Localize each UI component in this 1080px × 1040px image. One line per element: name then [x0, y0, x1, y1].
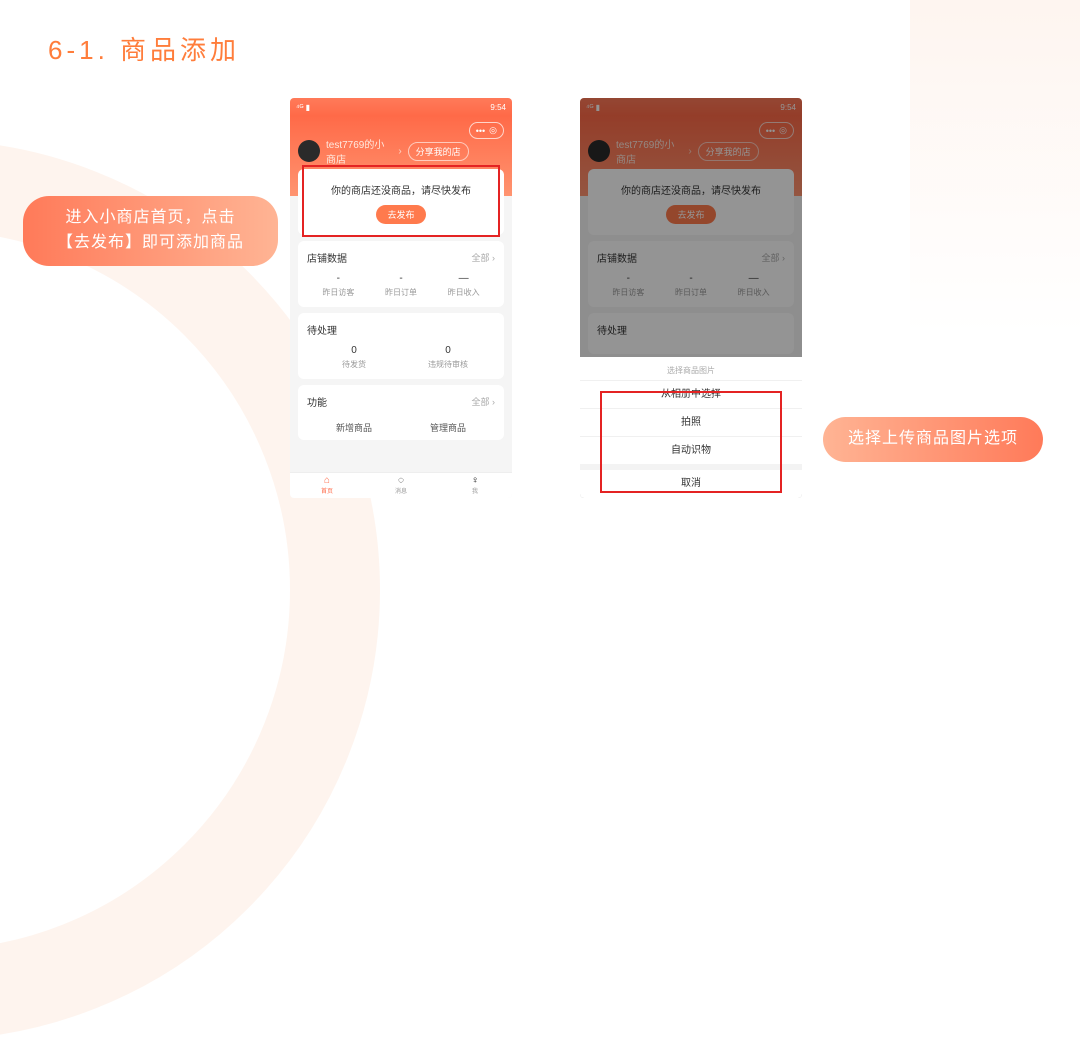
message-icon: ◌	[364, 476, 438, 486]
annotation-right: 选择上传商品图片选项	[823, 417, 1043, 462]
store-data-all-link: 全部 ›	[762, 251, 786, 264]
signal-icon: ⁴ᴳ ▮	[586, 103, 600, 112]
function-all-link[interactable]: 全部 ›	[472, 395, 496, 408]
phone-mock-right: ⁴ᴳ ▮ 9:54 •••◎ test7769的小商店 › 分享我的店 你的商店…	[580, 98, 802, 498]
store-data-all-link[interactable]: 全部 ›	[472, 251, 496, 264]
slide-title: 6-1. 商品添加	[48, 30, 240, 67]
function-title: 功能	[307, 394, 327, 409]
func-add-product[interactable]: 新增商品	[307, 417, 401, 438]
shop-name: test7769的小商店	[616, 136, 682, 166]
store-data-card: 店铺数据 全部 › -昨日访客 -昨日订单 —昨日收入	[588, 241, 794, 307]
shop-name[interactable]: test7769的小商店	[326, 136, 392, 166]
stat-visitors: -昨日访客	[307, 273, 370, 298]
publish-button[interactable]: 去发布	[376, 205, 425, 224]
publish-card: 你的商店还没商品，请尽快发布 去发布	[298, 169, 504, 235]
phone-mock-left: ⁴ᴳ ▮ 9:54 •••◎ test7769的小商店 › 分享我的店 你的商店…	[290, 98, 512, 498]
tab-messages[interactable]: ◌消息	[364, 473, 438, 498]
sheet-item-auto[interactable]: 自动识物	[580, 436, 802, 464]
stat-income: —昨日收入	[432, 273, 495, 298]
chevron-right-icon: ›	[398, 146, 401, 157]
publish-button: 去发布	[666, 205, 715, 224]
person-icon: ♀	[438, 476, 512, 486]
stat-to-ship: 0待发货	[307, 345, 401, 370]
share-button: 分享我的店	[698, 142, 759, 161]
annotation-left-line1: 进入小商店首页，点击	[65, 209, 235, 226]
chevron-right-icon: ›	[688, 146, 691, 157]
publish-card: 你的商店还没商品，请尽快发布 去发布	[588, 169, 794, 235]
function-card: 功能 全部 › 新增商品 管理商品	[298, 385, 504, 440]
miniprogram-capsule[interactable]: •••◎	[469, 122, 504, 139]
home-icon: ⌂	[290, 476, 364, 486]
pending-card: 待处理	[588, 313, 794, 354]
action-sheet: 选择商品图片 从相册中选择 拍照 自动识物 取消	[580, 357, 802, 498]
store-data-card: 店铺数据 全部 › -昨日访客 -昨日订单 —昨日收入	[298, 241, 504, 307]
tab-me[interactable]: ♀我	[438, 473, 512, 498]
publish-message: 你的商店还没商品，请尽快发布	[598, 182, 784, 197]
annotation-left: 进入小商店首页，点击 【去发布】即可添加商品	[23, 196, 278, 266]
annotation-left-line2: 【去发布】即可添加商品	[57, 234, 244, 251]
stat-review: 0违规待审核	[401, 345, 495, 370]
store-data-title: 店铺数据	[597, 250, 637, 265]
func-manage-product[interactable]: 管理商品	[401, 417, 495, 438]
share-button[interactable]: 分享我的店	[408, 142, 469, 161]
tab-home[interactable]: ⌂首页	[290, 473, 364, 498]
background-edge-right	[910, 0, 1080, 608]
pending-card: 待处理 0待发货 0违规待审核	[298, 313, 504, 379]
pending-title: 待处理	[307, 322, 337, 337]
shop-avatar	[588, 140, 610, 162]
sheet-item-camera[interactable]: 拍照	[580, 408, 802, 436]
store-data-title: 店铺数据	[307, 250, 347, 265]
pending-title: 待处理	[597, 322, 627, 337]
action-sheet-title: 选择商品图片	[580, 365, 802, 380]
signal-icon: ⁴ᴳ ▮	[296, 103, 310, 112]
shop-avatar[interactable]	[298, 140, 320, 162]
phone-body: 你的商店还没商品，请尽快发布 去发布 店铺数据 全部 › -昨日访客 -昨日订单…	[290, 163, 512, 474]
miniprogram-capsule[interactable]: •••◎	[759, 122, 794, 139]
sheet-cancel-button[interactable]: 取消	[580, 470, 802, 498]
status-bar: ⁴ᴳ ▮ 9:54	[580, 98, 802, 116]
tab-bar: ⌂首页 ◌消息 ♀我	[290, 472, 512, 498]
sheet-item-album[interactable]: 从相册中选择	[580, 380, 802, 408]
stat-orders: -昨日订单	[370, 273, 433, 298]
status-time: 9:54	[490, 103, 506, 112]
status-bar: ⁴ᴳ ▮ 9:54	[290, 98, 512, 116]
publish-message: 你的商店还没商品，请尽快发布	[308, 182, 494, 197]
status-time: 9:54	[780, 103, 796, 112]
